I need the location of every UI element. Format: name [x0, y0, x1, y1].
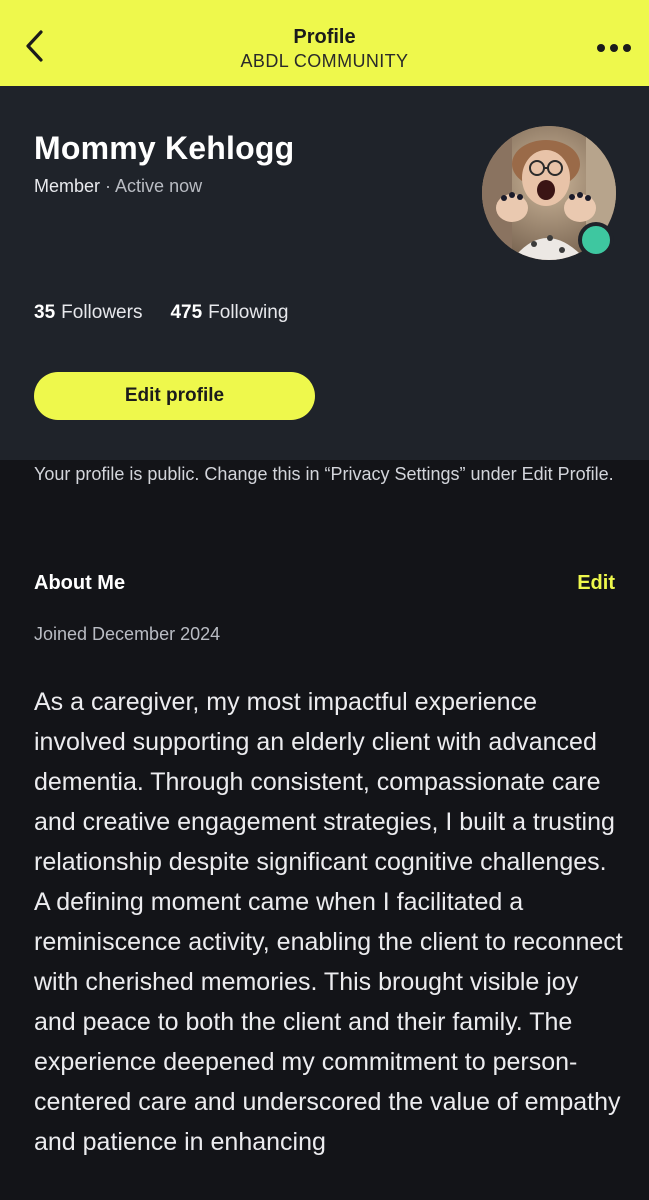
joined-date: Joined December 2024 [34, 624, 221, 644]
community-name: ABDL COMMUNITY [240, 51, 409, 71]
privacy-note: Your profile is public. Change this in “… [34, 464, 614, 484]
about-heading: About Me [34, 572, 126, 594]
following-label: Following [208, 302, 289, 323]
followers-count: 35 [34, 302, 56, 323]
following-link[interactable]: 475 Following [170, 302, 288, 324]
status-separator: · [105, 176, 112, 196]
edit-profile-button[interactable]: Edit profile [34, 372, 315, 420]
activity-status: Active now [115, 176, 203, 196]
more-options-button[interactable] [593, 30, 635, 66]
followers-link[interactable]: 35 Followers [34, 302, 142, 324]
page-title: Profile [293, 26, 356, 48]
about-bio-text: As a caregiver, my most impactful experi… [34, 688, 623, 1156]
header-titles: Profile ABDL COMMUNITY [0, 24, 649, 72]
about-edit-link[interactable]: Edit [577, 572, 615, 595]
following-count: 475 [170, 302, 203, 323]
profile-name: Mommy Kehlogg [34, 130, 295, 166]
followers-label: Followers [61, 302, 143, 323]
member-status-line: Member · Active now [34, 176, 202, 197]
member-role: Member [34, 176, 101, 196]
top-bar: Profile ABDL COMMUNITY [0, 0, 649, 86]
avatar-container[interactable] [482, 126, 616, 260]
more-horizontal-icon [597, 44, 631, 52]
online-indicator [578, 222, 614, 258]
follow-stats: 35 Followers 475 Following [34, 302, 288, 324]
